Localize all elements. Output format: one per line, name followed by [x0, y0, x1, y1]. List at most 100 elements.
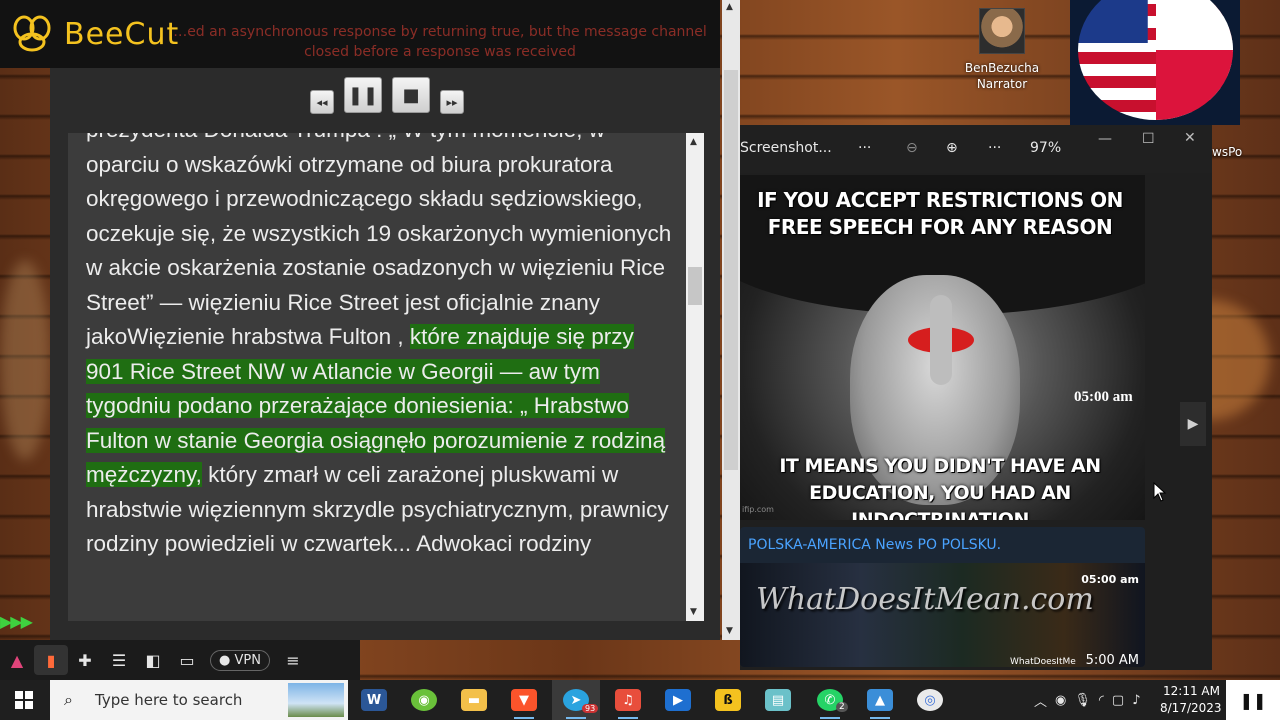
page-scroll-down-icon[interactable]: ▼: [726, 626, 733, 636]
article-text: prezydenta Donalda Trumpa : „ W tym mome…: [86, 133, 676, 562]
bookmark-icon[interactable]: ▮: [34, 645, 68, 675]
app-name: BeeCut: [64, 16, 180, 52]
wallet-icon[interactable]: ▭: [170, 645, 204, 675]
meme-timestamp: 05:00 am: [1074, 389, 1133, 405]
narrator-avatar: [979, 8, 1025, 54]
clock-time: 12:11 AM: [1163, 684, 1220, 698]
brave-browser-app[interactable]: ▼: [500, 680, 548, 720]
microphone-icon[interactable]: 🎙: [1074, 693, 1091, 708]
page-scroll-thumb[interactable]: [724, 70, 738, 470]
page-scrollbar[interactable]: ▲ ▼: [722, 0, 740, 640]
triangle-icon[interactable]: ▲: [0, 645, 34, 675]
volume-icon[interactable]: ♪: [1132, 693, 1140, 708]
notes-icon: ▤: [765, 689, 791, 711]
news-watermark: WhatDoesItMean.com: [756, 582, 1094, 617]
beecut-logo: BeeCut: [10, 14, 179, 54]
taskbar-search[interactable]: ⌕ Type here to search: [50, 680, 348, 720]
narrator-role: Narrator: [976, 77, 1028, 91]
bee-taskbar-icon: ß: [715, 689, 741, 711]
scroll-down-icon[interactable]: ▼: [690, 607, 697, 617]
whatsapp-badge: 2: [836, 702, 848, 712]
green-arrows-icon: ▶▶▶: [0, 612, 33, 631]
menu-icon[interactable]: ≡: [276, 645, 310, 675]
beecut-app[interactable]: ♫: [604, 680, 652, 720]
news-time-top: 05:00 am: [1081, 573, 1139, 586]
tray-chevron-icon[interactable]: ︿: [1034, 691, 1047, 710]
notification-tray-icon[interactable]: ▢: [1112, 693, 1124, 708]
vpn-button[interactable]: ● VPN: [210, 649, 270, 671]
folder-icon: ▬: [461, 689, 487, 711]
windows-icon: [15, 691, 33, 709]
zoom-level[interactable]: 97%: [1030, 140, 1061, 156]
play-icon: ▶: [665, 689, 691, 711]
brave-icon: ▼: [511, 689, 537, 711]
text-scroll-thumb[interactable]: [688, 267, 702, 305]
file-explorer-app[interactable]: ▬: [450, 680, 498, 720]
playlist-icon[interactable]: ☰: [102, 645, 136, 675]
search-placeholder: Type here to search: [95, 691, 243, 709]
news-title[interactable]: POLSKA-AMERICA News PO POLSKU.: [748, 537, 1001, 553]
forward-button[interactable]: ▸▸: [440, 90, 464, 114]
narrator-name: BenBezucha: [964, 61, 1040, 75]
news-card[interactable]: POLSKA-AMERICA News PO POLSKU. WhatDoesI…: [740, 527, 1145, 667]
news-time-bottom: 5:00 AM: [1085, 653, 1139, 667]
wifi-icon[interactable]: ◜: [1099, 693, 1104, 708]
console-error-message: …ed an asynchronous response by returnin…: [173, 24, 707, 60]
media-app[interactable]: ▶: [654, 680, 702, 720]
background-window-label: wsPo: [1212, 145, 1243, 159]
page-scroll-up-icon[interactable]: ▲: [726, 2, 733, 12]
viewer-options-button[interactable]: ···: [988, 140, 1001, 156]
android-icon: ◉: [411, 689, 437, 711]
text-read: prezydenta Donalda Trumpa : „ W tym mome…: [86, 133, 672, 349]
reading-text-pane[interactable]: prezydenta Donalda Trumpa : „ W tym mome…: [68, 133, 686, 621]
telegram-app[interactable]: ➤ 93: [552, 680, 600, 720]
meme-image: IF YOU ACCEPT RESTRICTIONS ON FREE SPEEC…: [740, 175, 1145, 520]
extensions-icon[interactable]: ✚: [68, 645, 102, 675]
photos-icon: ▲: [867, 689, 893, 711]
notes-app[interactable]: ▤: [754, 680, 802, 720]
record-app[interactable]: ◎: [906, 680, 954, 720]
window-glow: [0, 260, 50, 460]
search-highlight-image: [288, 683, 344, 717]
browser-toolbar: ▲ ▮ ✚ ☰ ◧ ▭ ● VPN ≡: [0, 640, 360, 680]
playback-controls: ◂◂ ❚❚ ■ ▸▸: [310, 76, 464, 114]
stop-button[interactable]: ■: [392, 77, 430, 113]
news-site: WhatDoesItMe: [1010, 657, 1076, 667]
photos-app[interactable]: ▲: [856, 680, 904, 720]
whatsapp-app[interactable]: ✆ 2: [806, 680, 854, 720]
recording-pause-icon[interactable]: ❚❚: [1226, 680, 1280, 720]
vpn-label: VPN: [234, 652, 261, 668]
us-poland-flag-icon: [1078, 0, 1233, 120]
scroll-up-icon[interactable]: ▲: [690, 137, 697, 147]
viewer-more-button[interactable]: ···: [858, 140, 871, 156]
clock[interactable]: 12:11 AM 8/17/2023: [1160, 683, 1222, 717]
tray-app-icon[interactable]: ◉: [1055, 693, 1066, 708]
record-icon: ◎: [917, 689, 943, 711]
zoom-out-icon[interactable]: ⊖: [906, 140, 918, 156]
pause-button[interactable]: ❚❚: [344, 77, 382, 113]
search-icon: ⌕: [64, 690, 73, 709]
meme-bottom-text: IT MEANS YOU DIDN'T HAVE AN EDUCATION, Y…: [779, 455, 1101, 520]
meme-credit: ifip.com: [742, 505, 774, 514]
minimize-icon[interactable]: —: [1098, 131, 1112, 147]
bee-app[interactable]: ß: [704, 680, 752, 720]
close-icon[interactable]: ✕: [1184, 130, 1196, 146]
viewer-titlebar: Screenshot... ··· ⊖ ⊕ ··· 97% — ☐ ✕: [740, 125, 1212, 173]
beecut-taskbar-icon: ♫: [615, 689, 641, 711]
start-button[interactable]: [0, 680, 48, 720]
bee-icon: [13, 15, 51, 52]
viewer-title: Screenshot...: [740, 140, 832, 156]
zoom-in-icon[interactable]: ⊕: [946, 140, 958, 156]
maximize-icon[interactable]: ☐: [1142, 131, 1155, 147]
clock-date: 8/17/2023: [1160, 701, 1222, 715]
taskbar: ⌕ Type here to search W ◉ ▬ ▼ ➤ 93 ♫ ▶ ß …: [0, 680, 1280, 720]
text-scrollbar[interactable]: ▲ ▼: [686, 133, 704, 621]
beecut-recorder-bar: BeeCut …ed an asynchronous response by r…: [0, 0, 720, 68]
rewind-button[interactable]: ◂◂: [310, 90, 334, 114]
word-icon: W: [361, 689, 387, 711]
next-image-button[interactable]: ▶: [1180, 402, 1206, 446]
word-app[interactable]: W: [350, 680, 398, 720]
system-tray: ︿ ◉ 🎙 ◜ ▢ ♪: [1034, 680, 1141, 720]
android-app[interactable]: ◉: [400, 680, 448, 720]
sidebar-icon[interactable]: ◧: [136, 645, 170, 675]
